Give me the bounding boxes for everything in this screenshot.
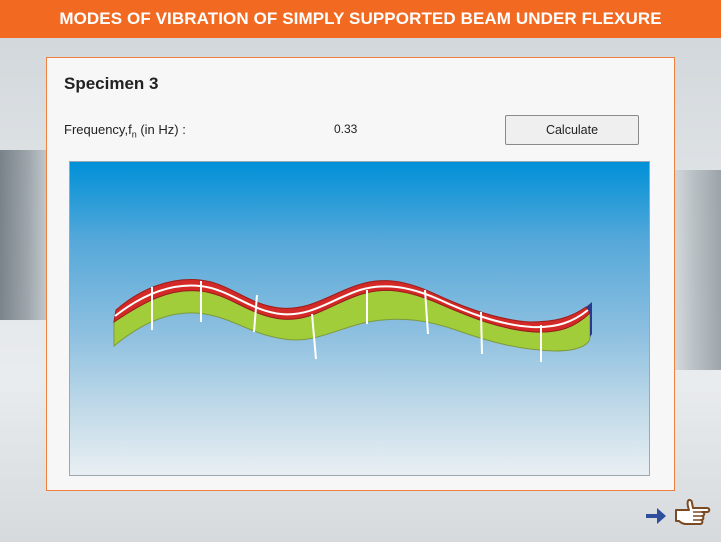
experiment-panel: Specimen 3 Frequency,fn (in Hz) : 0.33 C… bbox=[46, 57, 675, 491]
frequency-label: Frequency,fn (in Hz) : bbox=[64, 122, 186, 140]
background-lab-left bbox=[0, 150, 46, 320]
beam-simulation-canvas bbox=[69, 161, 650, 476]
background-lab-right bbox=[675, 170, 721, 370]
page-title: MODES OF VIBRATION OF SIMPLY SUPPORTED B… bbox=[0, 0, 721, 38]
page-title-text: MODES OF VIBRATION OF SIMPLY SUPPORTED B… bbox=[59, 9, 662, 28]
specimen-title: Specimen 3 bbox=[64, 74, 159, 93]
frequency-label-prefix: Frequency,f bbox=[64, 122, 132, 137]
beam-svg bbox=[113, 279, 592, 362]
pointing-hand-icon[interactable] bbox=[674, 498, 712, 530]
calculate-button[interactable]: Calculate bbox=[505, 115, 639, 145]
frequency-value: 0.33 bbox=[334, 122, 358, 136]
frequency-label-suffix: (in Hz) : bbox=[136, 122, 186, 137]
next-arrow-icon[interactable] bbox=[643, 503, 669, 529]
